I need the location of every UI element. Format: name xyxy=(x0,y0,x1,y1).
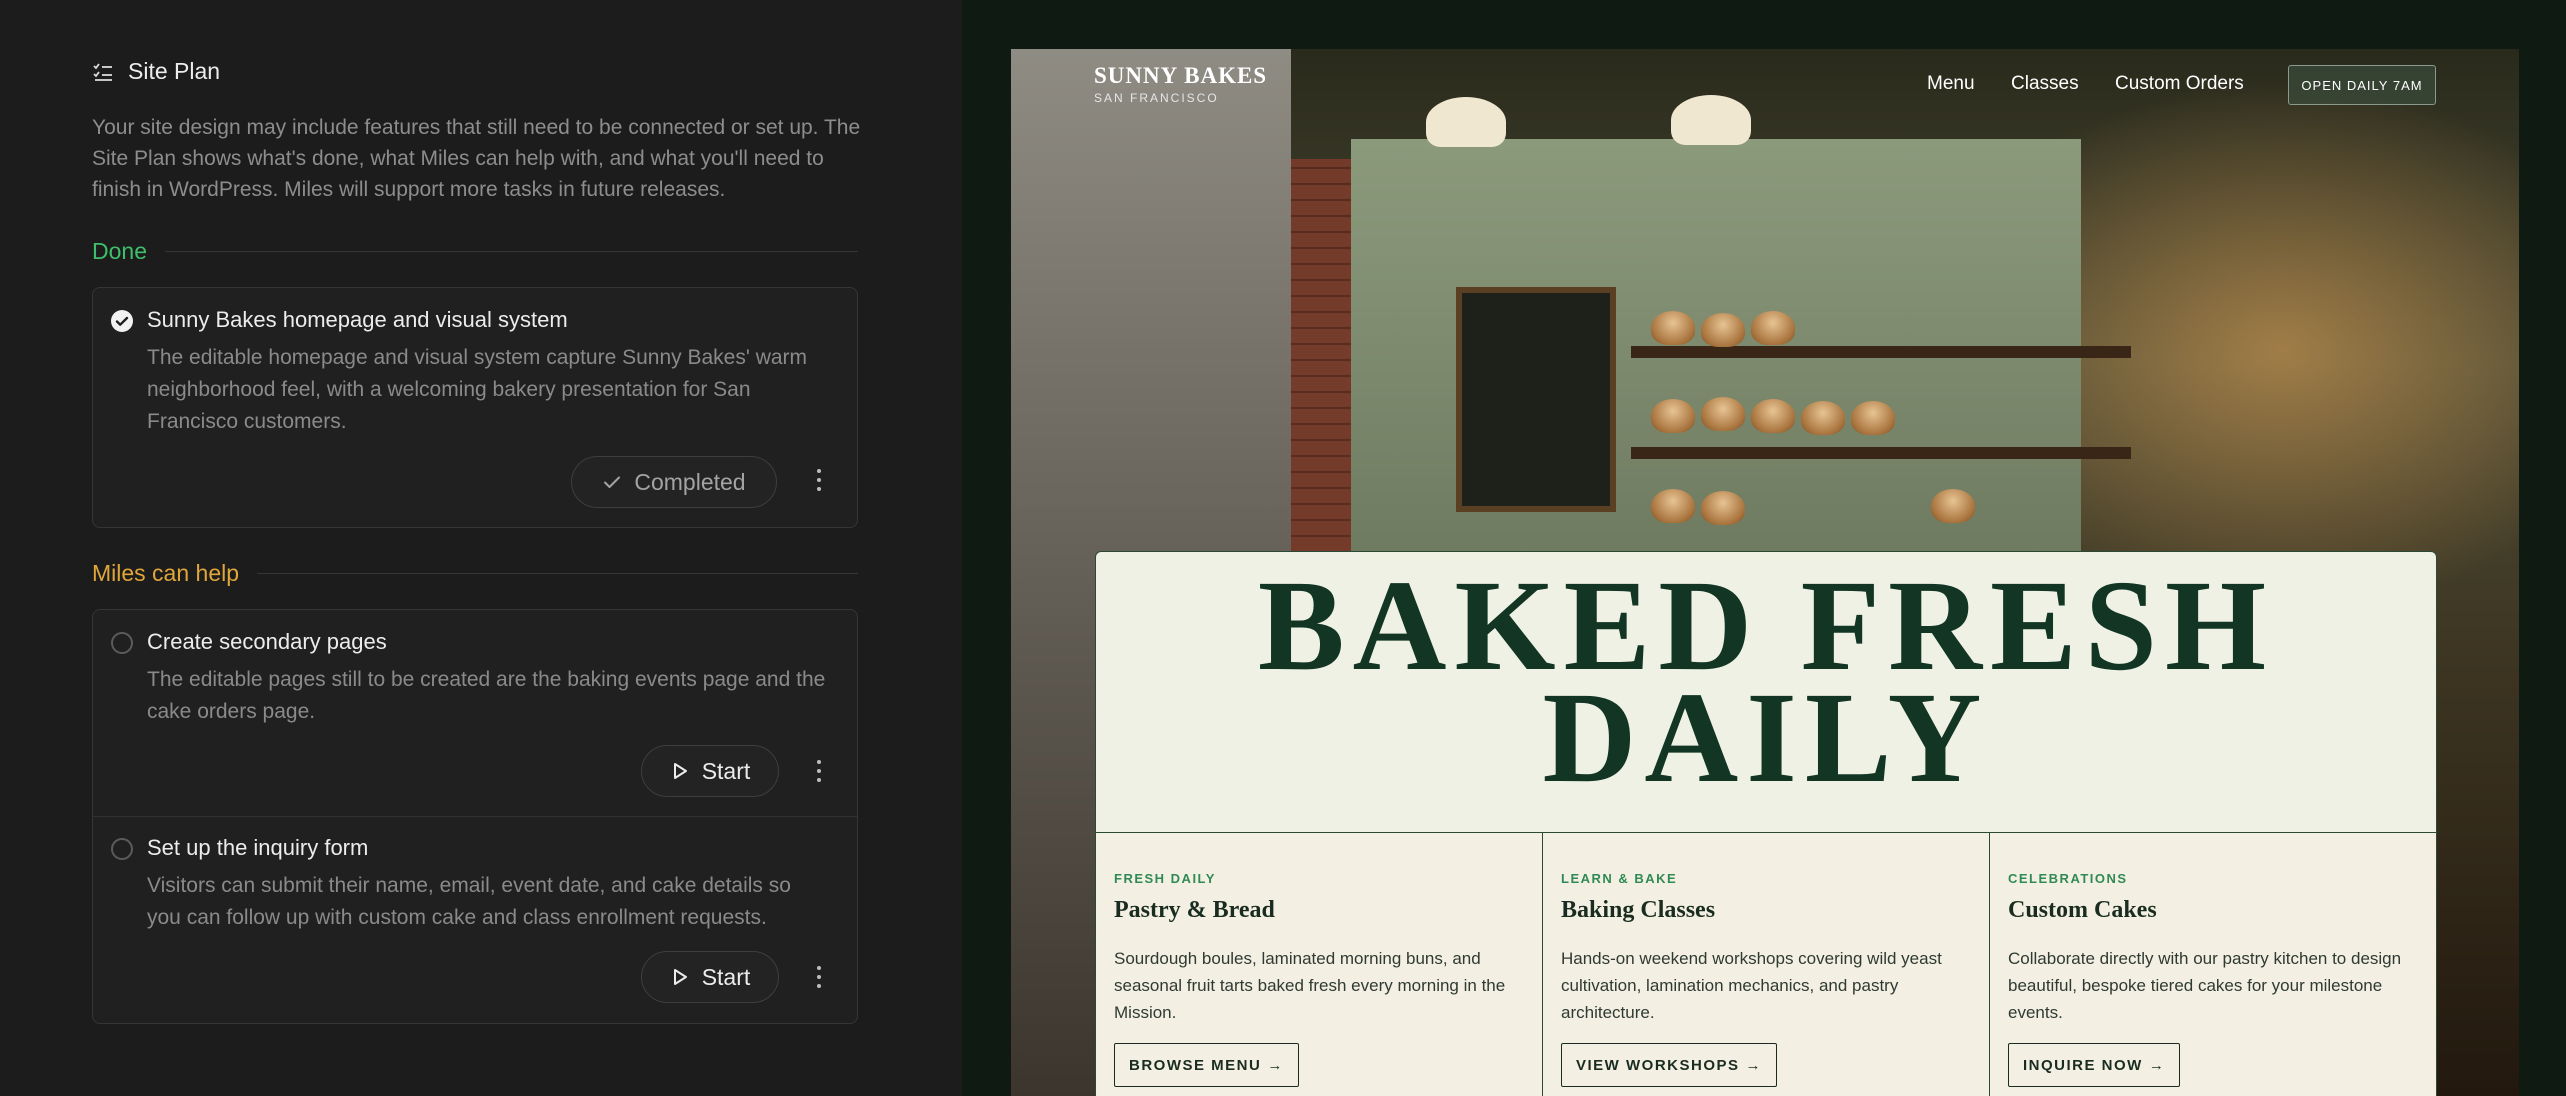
loaf-image xyxy=(1651,489,1695,523)
section-divider xyxy=(164,251,858,252)
arrow-right-icon: → xyxy=(2148,1056,2166,1074)
loaf-image xyxy=(1931,489,1975,523)
column-title: Custom Cakes xyxy=(2008,897,2157,923)
task-inquiry-form: Set up the inquiry form Visitors can sub… xyxy=(93,816,857,1025)
column-kicker: LEARN & BAKE xyxy=(1561,871,1678,886)
start-label: Start xyxy=(701,757,751,784)
task-description: Visitors can submit their name, email, e… xyxy=(147,874,791,929)
browse-menu-button[interactable]: BROWSE MENU → xyxy=(1114,1043,1299,1087)
column-title: Pastry & Bread xyxy=(1114,897,1275,923)
task-secondary-pages: Create secondary pages The editable page… xyxy=(93,610,857,816)
checklist-icon xyxy=(93,62,112,81)
inquire-now-button[interactable]: INQUIRE NOW → xyxy=(2008,1043,2181,1087)
hero-title: BAKED FRESH DAILY xyxy=(1096,561,2436,810)
task-title: Sunny Bakes homepage and visual system xyxy=(147,307,568,332)
hero-card: BAKED FRESH DAILY FRESH DAILY Pastry & B… xyxy=(1095,551,2437,1096)
done-task-card: Sunny Bakes homepage and visual system T… xyxy=(92,287,858,528)
play-icon xyxy=(673,763,687,779)
task-title: Create secondary pages xyxy=(147,629,387,654)
play-icon xyxy=(673,969,687,985)
column-kicker: CELEBRATIONS xyxy=(2008,871,2128,886)
brand-subtitle: SAN FRANCISCO xyxy=(1094,91,1219,105)
loaf-image xyxy=(1651,399,1695,433)
bread-shelf-image xyxy=(1631,447,2131,459)
feature-column-cakes: CELEBRATIONS Custom Cakes Collaborate di… xyxy=(1990,833,2436,1096)
site-plan-panel: Site Plan Your site design may include f… xyxy=(0,0,962,1096)
start-button[interactable]: Start xyxy=(641,951,779,1003)
feature-column-pastry: FRESH DAILY Pastry & Bread Sourdough bou… xyxy=(1096,833,1543,1096)
more-options-icon[interactable] xyxy=(809,753,829,789)
hero-title-line: DAILY xyxy=(1542,666,1990,810)
loaf-image xyxy=(1751,399,1795,433)
site-plan-header: Site Plan xyxy=(92,58,220,85)
loaf-image xyxy=(1651,311,1695,345)
button-label: INQUIRE NOW xyxy=(2023,1056,2143,1074)
section-done-label: Done xyxy=(92,238,147,264)
preview-nav: SUNNY BAKES SAN FRANCISCO Menu Classes C… xyxy=(1011,49,2519,139)
task-description: The editable pages still to be created a… xyxy=(147,668,826,723)
section-divider xyxy=(257,573,858,574)
loaf-image xyxy=(1751,311,1795,345)
view-workshops-button[interactable]: VIEW WORKSHOPS → xyxy=(1561,1043,1778,1087)
arrow-right-icon: → xyxy=(1267,1056,1284,1074)
column-kicker: FRESH DAILY xyxy=(1114,871,1216,886)
site-plan-title: Site Plan xyxy=(128,58,221,84)
check-circle-icon xyxy=(111,310,133,332)
column-body: Collaborate directly with our pastry kit… xyxy=(2008,949,2402,1022)
feature-column-classes: LEARN & BAKE Baking Classes Hands-on wee… xyxy=(1543,833,1990,1096)
nav-link-menu[interactable]: Menu xyxy=(1927,73,1975,95)
help-task-card: Create secondary pages The editable page… xyxy=(92,609,858,1024)
column-body: Hands-on weekend workshops covering wild… xyxy=(1561,949,1942,1022)
completed-button[interactable]: Completed xyxy=(571,456,777,508)
brand-logo[interactable]: SUNNY BAKES xyxy=(1094,63,1267,89)
task-checkbox[interactable] xyxy=(111,632,133,654)
task-title: Set up the inquiry form xyxy=(147,835,369,860)
loaf-image xyxy=(1801,401,1845,435)
start-label: Start xyxy=(701,963,751,990)
button-label: BROWSE MENU xyxy=(1129,1056,1262,1074)
loaf-image xyxy=(1851,401,1895,435)
start-button[interactable]: Start xyxy=(641,745,779,797)
nav-link-custom-orders[interactable]: Custom Orders xyxy=(2115,73,2244,95)
feature-columns: FRESH DAILY Pastry & Bread Sourdough bou… xyxy=(1096,832,2436,1096)
column-title: Baking Classes xyxy=(1561,897,1716,923)
section-help-label: Miles can help xyxy=(92,560,240,586)
section-help-header: Miles can help xyxy=(92,560,858,587)
loaf-image xyxy=(1701,313,1745,347)
more-options-icon[interactable] xyxy=(809,462,829,498)
hours-badge: OPEN DAILY 7AM xyxy=(2288,65,2436,105)
loaf-image xyxy=(1701,397,1745,431)
section-done-header: Done xyxy=(92,238,858,265)
arrow-right-icon: → xyxy=(1745,1056,1763,1074)
site-plan-description: Your site design may include features th… xyxy=(92,116,861,201)
nav-link-classes[interactable]: Classes xyxy=(2011,73,2079,95)
chalkboard-image xyxy=(1456,287,1616,512)
site-preview[interactable]: SUNNY BAKES SAN FRANCISCO Menu Classes C… xyxy=(1011,49,2519,1096)
bread-shelf-image xyxy=(1631,346,2131,358)
checkmark-icon xyxy=(604,476,621,488)
task-checkbox[interactable] xyxy=(111,838,133,860)
more-options-icon[interactable] xyxy=(809,959,829,995)
task-description: The editable homepage and visual system … xyxy=(147,346,808,433)
button-label: VIEW WORKSHOPS xyxy=(1576,1056,1740,1074)
column-body: Sourdough boules, laminated morning buns… xyxy=(1114,949,1506,1022)
loaf-image xyxy=(1701,491,1745,525)
task-homepage: Sunny Bakes homepage and visual system T… xyxy=(93,288,857,529)
completed-label: Completed xyxy=(634,468,746,495)
